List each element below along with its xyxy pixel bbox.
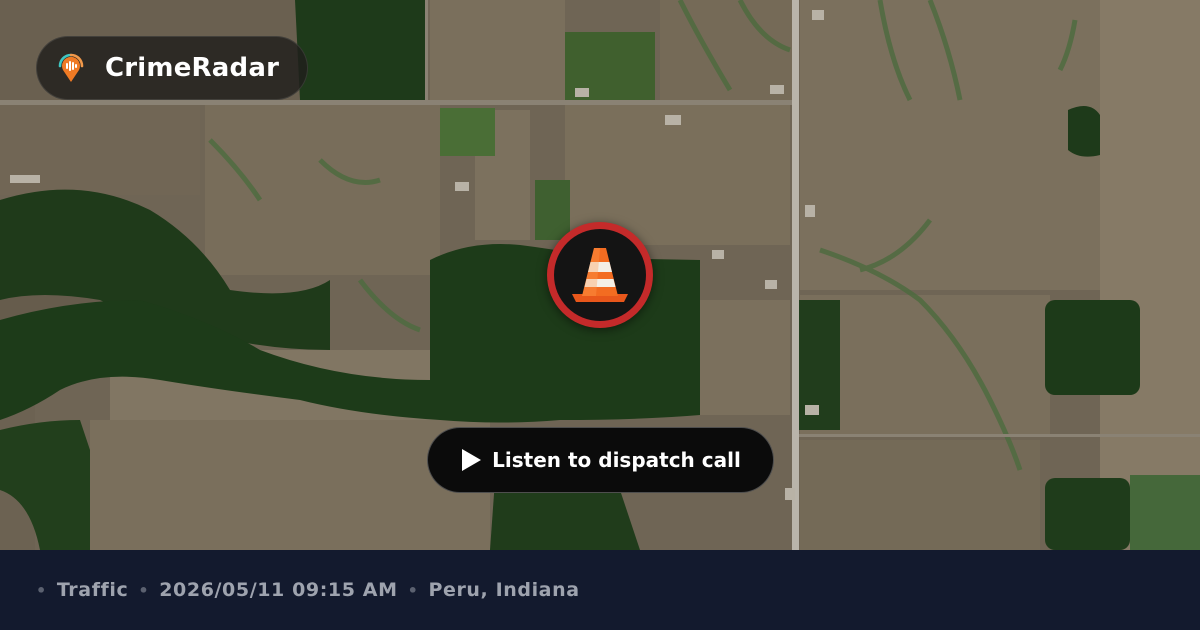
separator-dot: • bbox=[36, 580, 47, 600]
brand-name: CrimeRadar bbox=[105, 53, 280, 83]
incident-location: Peru, Indiana bbox=[428, 579, 580, 601]
brand-pill[interactable]: CrimeRadar bbox=[36, 36, 308, 100]
incident-marker-inner bbox=[554, 229, 646, 321]
separator-dot: • bbox=[407, 580, 419, 600]
incident-info-bar: • Traffic • 2026/05/11 09:15 AM • Peru, … bbox=[0, 550, 1200, 630]
separator-dot: • bbox=[138, 580, 150, 600]
incident-category: Traffic bbox=[56, 579, 129, 601]
play-icon bbox=[462, 449, 482, 471]
listen-dispatch-button[interactable]: Listen to dispatch call bbox=[427, 427, 774, 493]
radar-pin-icon bbox=[58, 53, 84, 82]
traffic-cone-icon bbox=[572, 248, 628, 302]
listen-button-label: Listen to dispatch call bbox=[492, 448, 741, 472]
incident-datetime: 2026/05/11 09:15 AM bbox=[159, 579, 398, 601]
incident-marker[interactable] bbox=[547, 222, 653, 328]
